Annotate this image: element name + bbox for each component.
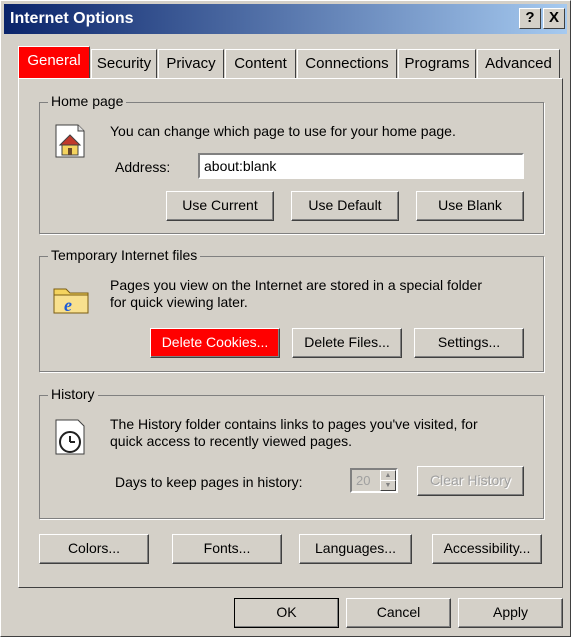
use-blank-button[interactable]: Use Blank [416, 191, 524, 221]
temp-files-group: Temporary Internet files e Pages you vie… [39, 247, 544, 372]
close-button[interactable]: X [543, 8, 565, 29]
languages-button[interactable]: Languages... [299, 534, 412, 564]
history-description-2: quick access to recently viewed pages. [110, 433, 353, 449]
help-button[interactable]: ? [519, 8, 541, 29]
tab-programs[interactable]: Programs [398, 49, 476, 78]
accessibility-button[interactable]: Accessibility... [432, 534, 542, 564]
tab-privacy[interactable]: Privacy [158, 49, 224, 78]
use-current-button[interactable]: Use Current [166, 191, 274, 221]
spin-down-icon[interactable]: ▼ [380, 480, 396, 491]
use-default-button[interactable]: Use Default [291, 191, 399, 221]
address-label: Address: [115, 159, 171, 175]
apply-button[interactable]: Apply [458, 598, 563, 628]
history-group-label: History [48, 386, 98, 402]
home-page-group: Home page You can change which page to u… [39, 93, 544, 234]
settings-button[interactable]: Settings... [414, 328, 524, 358]
tab-content[interactable]: Content [225, 49, 296, 78]
home-page-group-label: Home page [48, 93, 127, 109]
history-group: History The History folder contains link… [39, 386, 544, 519]
days-to-keep-spinner[interactable]: 20 ▲ ▼ [350, 468, 398, 493]
address-input[interactable]: about:blank [198, 153, 524, 179]
fonts-button[interactable]: Fonts... [172, 534, 282, 564]
general-tab-panel: Home page You can change which page to u… [18, 78, 563, 588]
home-page-icon [55, 124, 85, 158]
svg-text:e: e [64, 295, 72, 315]
tab-general[interactable]: General [18, 46, 90, 79]
temp-files-description-2: for quick viewing later. [110, 294, 248, 310]
days-to-keep-value: 20 [356, 473, 371, 488]
internet-options-window: Internet Options ? X General Security Pr… [0, 0, 571, 637]
tab-security[interactable]: Security [91, 49, 157, 78]
tab-advanced[interactable]: Advanced [477, 49, 560, 78]
colors-button[interactable]: Colors... [39, 534, 149, 564]
home-page-description: You can change which page to use for you… [110, 123, 456, 139]
tab-connections[interactable]: Connections [297, 49, 397, 78]
cancel-button[interactable]: Cancel [346, 598, 451, 628]
clear-history-button[interactable]: Clear History [417, 466, 524, 496]
window-title: Internet Options [10, 10, 134, 27]
delete-cookies-button[interactable]: Delete Cookies... [150, 328, 280, 358]
temp-files-group-label: Temporary Internet files [48, 247, 201, 263]
days-to-keep-label: Days to keep pages in history: [115, 474, 303, 490]
history-description-1: The History folder contains links to pag… [110, 416, 478, 432]
temp-files-description-1: Pages you view on the Internet are store… [110, 277, 482, 293]
ok-button[interactable]: OK [234, 598, 339, 628]
delete-files-button[interactable]: Delete Files... [292, 328, 402, 358]
history-clock-icon [55, 419, 85, 455]
title-bar[interactable]: Internet Options ? X [4, 4, 567, 34]
ie-folder-icon: e [53, 288, 89, 315]
